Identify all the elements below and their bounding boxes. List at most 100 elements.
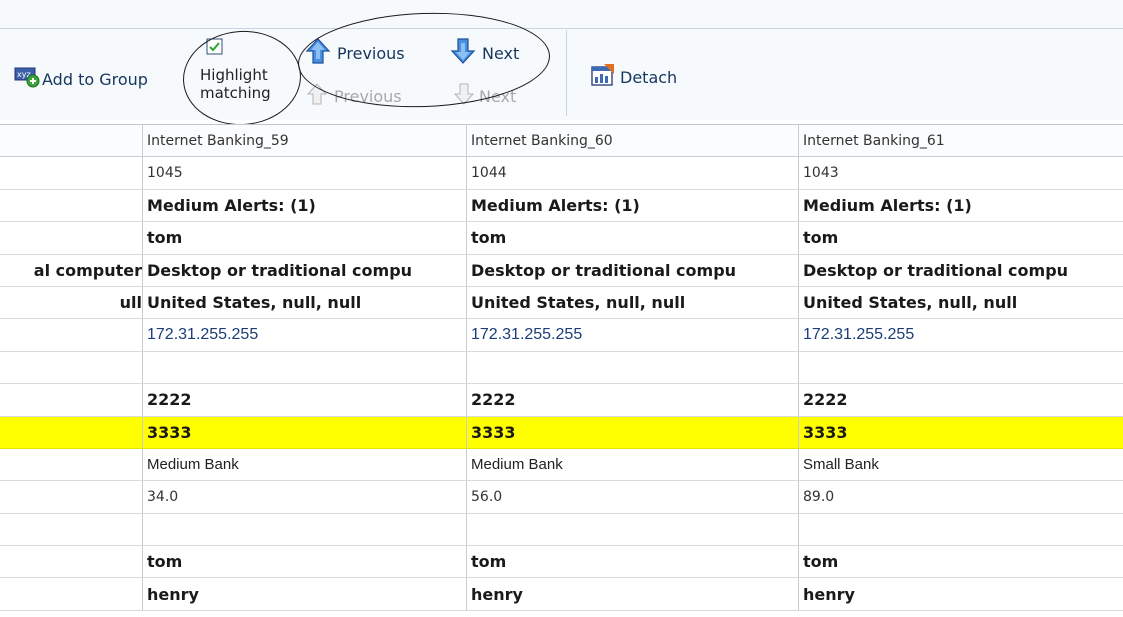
add-to-group-label: Add to Group — [42, 69, 148, 89]
table-cell: 56.0 — [466, 481, 798, 513]
table-cell: Desktop or traditional compu — [142, 254, 466, 286]
table-cell: 1044 — [466, 157, 798, 189]
toolbar-separator — [566, 30, 567, 116]
table-cell: al computer — [33, 260, 142, 280]
next-button-disabled: Next — [453, 82, 516, 110]
table-cell — [0, 514, 142, 545]
table-row: tom tom tom — [0, 546, 1123, 579]
table-cell: 172.31.255.255 — [142, 319, 466, 351]
next-label: Next — [482, 43, 520, 63]
arrow-up-icon — [305, 37, 331, 69]
table-cell: tom — [466, 222, 798, 254]
table-cell — [0, 449, 142, 480]
table-cell — [466, 351, 798, 384]
table-cell: 34.0 — [142, 481, 466, 513]
table-cell — [142, 351, 466, 384]
detach-label: Detach — [620, 67, 678, 87]
header-cell[interactable]: Internet Banking_61 — [798, 125, 1123, 157]
table-cell: Desktop or traditional compu — [798, 254, 1123, 286]
table-cell: 172.31.255.255 — [798, 319, 1123, 351]
table-cell: 3333 — [466, 416, 798, 448]
table-row — [0, 351, 1123, 385]
checkbox-checked-icon — [206, 38, 224, 60]
previous-button-disabled: Previous — [306, 82, 402, 110]
table-cell — [0, 190, 142, 221]
table-cell: 2222 — [798, 384, 1123, 416]
table-cell — [0, 157, 142, 188]
table-cell — [0, 222, 142, 253]
table-row: Medium Bank Medium Bank Small Bank — [0, 448, 1123, 482]
header-cell — [0, 125, 142, 156]
table-cell: 2222 — [466, 384, 798, 416]
arrow-up-disabled-icon — [306, 82, 328, 110]
table-row: Medium Alerts: (1) Medium Alerts: (1) Medi… — [0, 189, 1123, 223]
detach-window-icon — [590, 62, 616, 92]
table-cell: Medium Bank — [142, 448, 466, 481]
table-cell — [0, 578, 142, 609]
table-cell — [0, 546, 142, 577]
table-row: henry henry henry — [0, 578, 1123, 611]
table-cell — [0, 481, 142, 512]
table-row: tom tom tom — [0, 222, 1123, 255]
group-add-icon: xyz — [14, 66, 40, 92]
table-cell: Small Bank — [798, 448, 1123, 481]
table-cell — [0, 352, 142, 383]
table-row — [0, 513, 1123, 547]
table-cell — [0, 319, 142, 350]
table-cell — [142, 513, 466, 546]
table-cell: tom — [798, 546, 1123, 578]
table-cell — [0, 384, 142, 415]
previous-button[interactable]: Previous — [305, 37, 405, 69]
table-row: ull United States, null, null United State… — [0, 286, 1123, 320]
table-cell: United States, null, null — [798, 286, 1123, 319]
comparison-table: Internet Banking_59 Internet Banking_60 … — [0, 124, 1123, 611]
table-cell: 172.31.255.255 — [466, 319, 798, 351]
highlight-label-line1: Highlight — [200, 66, 268, 84]
table-cell: tom — [466, 546, 798, 578]
table-cell: henry — [466, 578, 798, 610]
next-disabled-label: Next — [479, 86, 517, 106]
table-cell: tom — [142, 546, 466, 578]
toolbar-top-divider — [0, 28, 1123, 29]
table-row-highlighted: 3333 3333 3333 — [0, 416, 1123, 449]
header-cell[interactable]: Internet Banking_59 — [142, 125, 466, 157]
table-cell: 1045 — [142, 157, 466, 189]
detach-button[interactable]: Detach — [590, 62, 677, 92]
table-cell: Medium Alerts: (1) — [798, 189, 1123, 222]
table-cell: 1043 — [798, 157, 1123, 189]
table-cell: tom — [142, 222, 466, 254]
table-cell: Medium Bank — [466, 448, 798, 481]
table-cell: Desktop or traditional compu — [466, 254, 798, 286]
table-cell: tom — [798, 222, 1123, 254]
table-cell: 89.0 — [798, 481, 1123, 513]
table-row: 34.0 56.0 89.0 — [0, 481, 1123, 514]
table-row: 172.31.255.255 172.31.255.255 172.31.255.2… — [0, 319, 1123, 352]
table-cell — [798, 351, 1123, 384]
table-cell: 3333 — [798, 416, 1123, 448]
arrow-down-disabled-icon — [453, 82, 475, 110]
table-cell: United States, null, null — [466, 286, 798, 319]
next-button[interactable]: Next — [450, 37, 519, 69]
highlight-label-line2: matching — [200, 84, 271, 102]
table-cell: Medium Alerts: (1) — [466, 189, 798, 222]
previous-disabled-label: Previous — [334, 86, 402, 106]
table-row: 2222 2222 2222 — [0, 384, 1123, 417]
table-cell — [798, 513, 1123, 546]
table-cell: 3333 — [142, 416, 466, 448]
table-cell: United States, null, null — [142, 286, 466, 319]
table-row: 1045 1044 1043 — [0, 157, 1123, 190]
previous-label: Previous — [337, 43, 405, 63]
table-cell — [0, 417, 142, 448]
table-cell — [466, 513, 798, 546]
header-cell[interactable]: Internet Banking_60 — [466, 125, 798, 157]
table-cell: henry — [798, 578, 1123, 610]
highlight-matching-toggle[interactable]: Highlight matching — [200, 38, 271, 102]
table-row: al computer Desktop or traditional compu D… — [0, 254, 1123, 287]
table-header-row: Internet Banking_59 Internet Banking_60 … — [0, 125, 1123, 158]
table-cell: Medium Alerts: (1) — [142, 189, 466, 222]
arrow-down-icon — [450, 37, 476, 69]
toolbar: xyz Add to Group Highlight matching Prev… — [0, 0, 1123, 130]
table-cell: 2222 — [142, 384, 466, 416]
add-to-group-button[interactable]: xyz Add to Group — [14, 66, 148, 92]
table-cell: ull — [119, 293, 142, 313]
